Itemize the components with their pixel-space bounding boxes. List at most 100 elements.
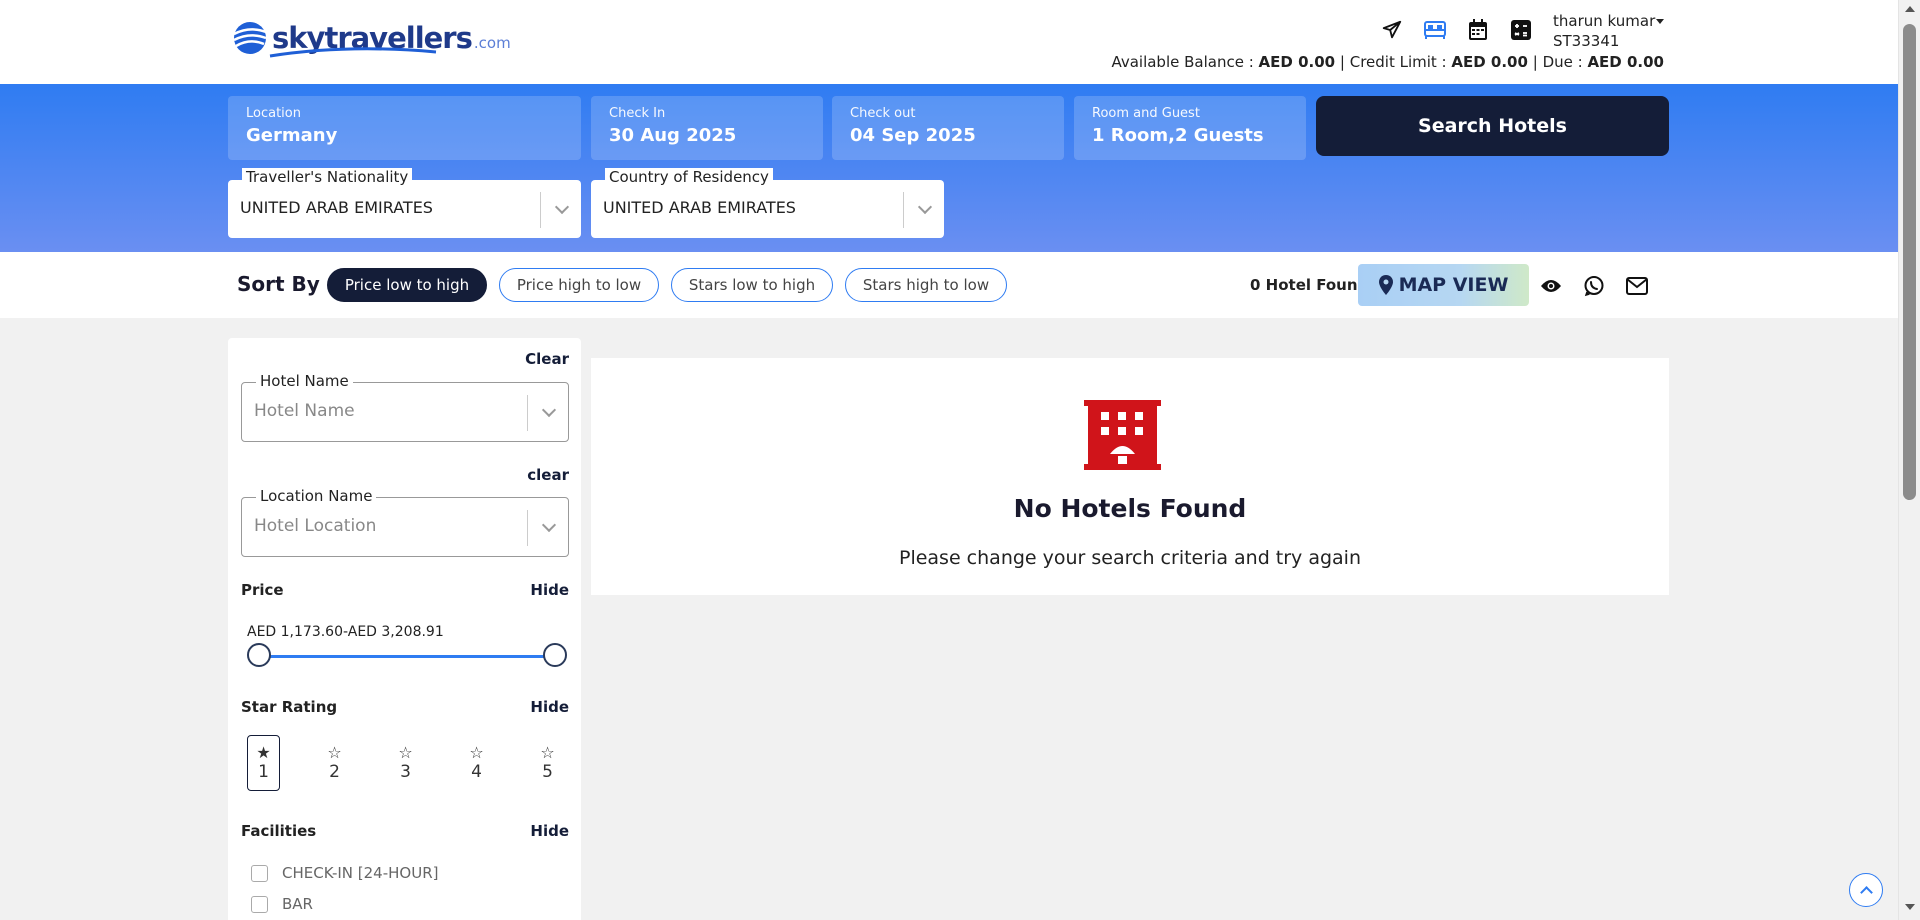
page-scrollbar[interactable] <box>1898 0 1920 920</box>
checkout-field[interactable]: Check out 04 Sep 2025 <box>832 96 1064 160</box>
select-divider <box>527 510 528 546</box>
user-id: ST33341 <box>1553 32 1620 50</box>
facility-checkin-24h[interactable]: CHECK-IN [24-HOUR] <box>251 864 438 882</box>
select-divider <box>903 192 904 228</box>
facility-label: BAR <box>282 895 313 913</box>
calculator-icon[interactable] <box>1509 18 1533 42</box>
room-guest-value: 1 Room,2 Guests <box>1092 125 1264 146</box>
room-guest-field[interactable]: Room and Guest 1 Room,2 Guests <box>1074 96 1306 160</box>
residency-value: UNITED ARAB EMIRATES <box>603 198 796 217</box>
filters-panel: Clear Hotel Name Hotel Name clear Locati… <box>228 338 581 920</box>
star-option-5[interactable]: ☆ 5 <box>531 735 564 791</box>
nationality-label: Traveller's Nationality <box>242 168 413 186</box>
scroll-down-arrow-icon[interactable] <box>1905 904 1915 910</box>
results-panel: No Hotels Found Please change your searc… <box>591 358 1669 595</box>
price-max-handle[interactable] <box>543 643 567 667</box>
logo-globe-icon <box>232 20 268 56</box>
location-label: Location <box>246 106 301 121</box>
flight-icon[interactable] <box>1380 18 1404 42</box>
nationality-value: UNITED ARAB EMIRATES <box>240 198 433 217</box>
residency-label: Country of Residency <box>605 168 773 186</box>
price-section-title: Price <box>241 581 284 599</box>
sort-by-label: Sort By : <box>237 272 335 296</box>
facility-bar[interactable]: BAR <box>251 895 313 913</box>
hotel-name-label: Hotel Name <box>256 372 353 390</box>
star-outline-icon: ☆ <box>398 743 413 762</box>
hotel-name-input[interactable]: Hotel Name Hotel Name <box>241 372 569 442</box>
chevron-down-icon <box>554 199 570 215</box>
star-rating-title: Star Rating <box>241 698 338 716</box>
map-view-button[interactable]: MAP VIEW <box>1358 264 1529 306</box>
star-label: 1 <box>258 762 269 782</box>
sort-bar: Sort By : Price low to high Price high t… <box>0 252 1898 318</box>
star-label: 5 <box>542 762 553 782</box>
checkin-value: 30 Aug 2025 <box>609 125 737 146</box>
hide-star-link[interactable]: Hide <box>530 698 569 716</box>
search-panel: Location Germany Check In 30 Aug 2025 Ch… <box>0 84 1898 252</box>
residency-select[interactable]: Country of Residency UNITED ARAB EMIRATE… <box>591 168 944 238</box>
empty-state-title: No Hotels Found <box>1013 494 1247 523</box>
sort-stars-high-low[interactable]: Stars high to low <box>845 268 1007 302</box>
location-name-input[interactable]: Location Name Hotel Location <box>241 487 569 557</box>
price-min-handle[interactable] <box>247 643 271 667</box>
star-filled-icon: ★ <box>256 743 271 762</box>
separator: | <box>1339 53 1345 71</box>
user-menu[interactable]: tharun kumar ST33341 <box>1553 11 1664 51</box>
sort-stars-low-high[interactable]: Stars low to high <box>671 268 833 302</box>
sort-price-high-low[interactable]: Price high to low <box>499 268 659 302</box>
clear-hotel-name-link[interactable]: Clear <box>525 350 569 368</box>
mail-icon[interactable] <box>1625 274 1649 298</box>
star-label: 2 <box>329 762 340 782</box>
star-outline-icon: ☆ <box>469 743 484 762</box>
credit-limit-value: AED 0.00 <box>1451 53 1528 71</box>
hotel-name-placeholder: Hotel Name <box>254 401 355 421</box>
checkbox[interactable] <box>251 895 268 913</box>
map-pin-icon <box>1378 275 1393 295</box>
nationality-select[interactable]: Traveller's Nationality UNITED ARAB EMIR… <box>228 168 581 238</box>
checkin-label: Check In <box>609 106 666 121</box>
hotel-icon[interactable] <box>1423 18 1447 42</box>
caret-down-icon <box>1656 19 1664 24</box>
star-label: 4 <box>471 762 482 782</box>
price-range-value: AED 1,173.60-AED 3,208.91 <box>247 624 444 640</box>
location-name-placeholder: Hotel Location <box>254 516 377 536</box>
checkout-value: 04 Sep 2025 <box>850 125 976 146</box>
price-slider-track[interactable] <box>258 655 554 658</box>
star-outline-icon: ☆ <box>540 743 555 762</box>
star-label: 3 <box>400 762 411 782</box>
balance-summary: Available Balance : AED 0.00 | Credit Li… <box>1111 53 1664 71</box>
star-option-1[interactable]: ★ 1 <box>247 735 280 791</box>
location-name-label: Location Name <box>256 487 377 505</box>
whatsapp-icon[interactable] <box>1582 274 1606 298</box>
location-field[interactable]: Location Germany <box>228 96 581 160</box>
back-to-top-button[interactable] <box>1849 873 1883 907</box>
star-option-3[interactable]: ☆ 3 <box>389 735 422 791</box>
checkbox[interactable] <box>251 864 268 882</box>
star-option-2[interactable]: ☆ 2 <box>318 735 351 791</box>
calendar-icon[interactable] <box>1466 18 1490 42</box>
star-outline-icon: ☆ <box>327 743 342 762</box>
select-divider <box>540 192 541 228</box>
star-option-4[interactable]: ☆ 4 <box>460 735 493 791</box>
facilities-title: Facilities <box>241 822 317 840</box>
available-balance-value: AED 0.00 <box>1258 53 1336 71</box>
checkin-field[interactable]: Check In 30 Aug 2025 <box>591 96 823 160</box>
location-value: Germany <box>246 125 338 146</box>
hide-price-link[interactable]: Hide <box>530 581 569 599</box>
scroll-up-arrow-icon[interactable] <box>1905 6 1915 12</box>
scrollbar-thumb[interactable] <box>1903 24 1916 500</box>
hide-facilities-link[interactable]: Hide <box>530 822 569 840</box>
select-divider <box>527 395 528 431</box>
available-balance-label: Available Balance : <box>1111 53 1254 71</box>
clear-location-link[interactable]: clear <box>527 466 569 484</box>
sort-price-low-high[interactable]: Price low to high <box>327 268 487 302</box>
separator: | <box>1532 53 1538 71</box>
user-name: tharun kumar <box>1553 12 1656 30</box>
room-guest-label: Room and Guest <box>1092 106 1200 121</box>
eye-icon[interactable] <box>1539 274 1563 298</box>
brand-domain: .com <box>473 34 511 52</box>
search-hotels-button[interactable]: Search Hotels <box>1316 96 1669 156</box>
chevron-down-icon <box>541 517 557 533</box>
credit-limit-label: Credit Limit : <box>1349 53 1447 71</box>
chevron-down-icon <box>917 199 933 215</box>
